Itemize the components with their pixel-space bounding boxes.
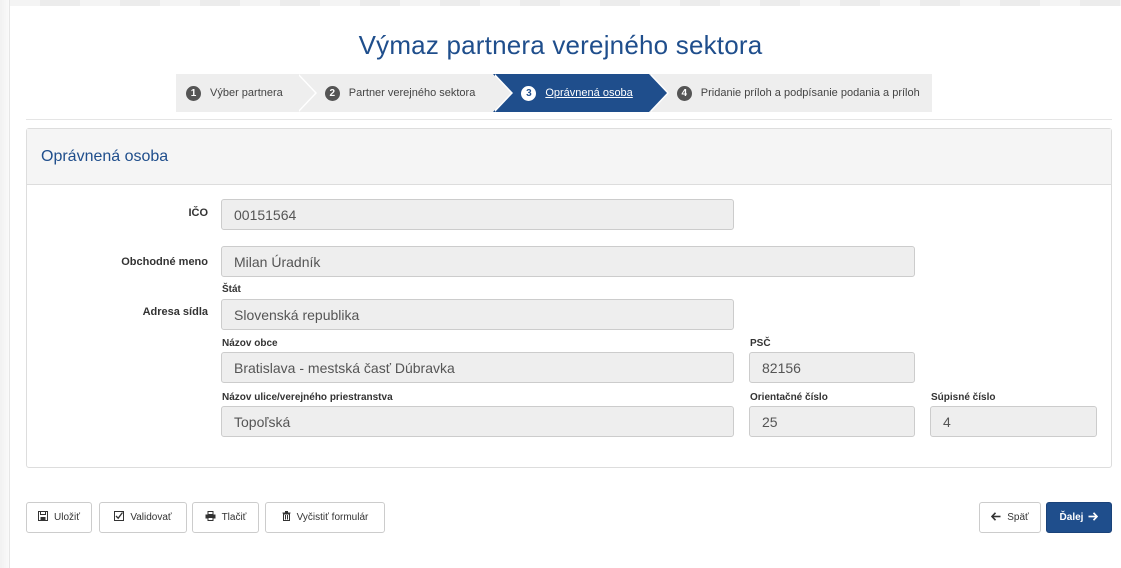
wizard-step-2[interactable]: 2 Partner verejného sektora bbox=[296, 74, 513, 112]
step-label: Oprávnená osoba bbox=[545, 87, 633, 99]
arrow-left-icon bbox=[991, 511, 1001, 524]
wizard-step-1[interactable]: 1 Výber partnera bbox=[176, 74, 317, 112]
left-frame-border bbox=[0, 0, 10, 568]
top-frame-border bbox=[0, 0, 1121, 6]
postal-code-field[interactable]: 82156 bbox=[749, 352, 915, 383]
street-field[interactable]: Topoľská bbox=[221, 406, 734, 437]
country-label: Štát bbox=[222, 284, 241, 295]
step-label: Partner verejného sektora bbox=[348, 87, 476, 99]
validate-button[interactable]: Validovať bbox=[99, 502, 187, 533]
wizard-step-4[interactable]: 4 Pridanie príloh a podpísanie podania a… bbox=[648, 74, 932, 112]
back-button[interactable]: Späť bbox=[979, 502, 1041, 533]
save-label: Uložiť bbox=[54, 512, 80, 523]
trash-icon bbox=[282, 511, 291, 524]
print-button[interactable]: Tlačiť bbox=[192, 502, 259, 533]
print-label: Tlačiť bbox=[221, 512, 247, 523]
panel-heading: Oprávnená osoba bbox=[27, 129, 1111, 185]
registry-number-label: Súpisné číslo bbox=[931, 392, 996, 403]
step-number: 3 bbox=[521, 85, 537, 101]
save-button[interactable]: Uložiť bbox=[26, 502, 92, 533]
step-number: 4 bbox=[676, 85, 692, 101]
postal-code-label: PSČ bbox=[750, 338, 771, 349]
municipality-label: Názov obce bbox=[222, 338, 278, 349]
country-field[interactable]: Slovenská republika bbox=[221, 299, 734, 330]
ico-field[interactable]: 00151564 bbox=[221, 199, 734, 230]
next-label: Ďalej bbox=[1059, 512, 1084, 523]
orientation-number-field[interactable]: 25 bbox=[749, 406, 915, 437]
check-square-icon bbox=[114, 511, 125, 524]
validate-label: Validovať bbox=[130, 512, 172, 523]
address-label: Adresa sídla bbox=[142, 306, 208, 318]
step-label: Pridanie príloh a podpísanie podania a p… bbox=[700, 87, 920, 99]
business-name-field[interactable]: Milan Úradník bbox=[221, 246, 915, 277]
printer-icon bbox=[205, 511, 216, 524]
divider bbox=[26, 119, 1112, 120]
business-name-label: Obchodné meno bbox=[121, 256, 208, 268]
registry-number-field[interactable]: 4 bbox=[930, 406, 1097, 437]
street-label: Názov ulice/verejného priestranstva bbox=[222, 392, 393, 403]
next-button[interactable]: Ďalej bbox=[1046, 502, 1112, 533]
step-number: 1 bbox=[186, 85, 201, 101]
orientation-number-label: Orientačné číslo bbox=[750, 392, 828, 403]
step-label: Výber partnera bbox=[210, 87, 283, 99]
clear-form-button[interactable]: Vyčistiť formulár bbox=[265, 502, 385, 533]
wizard-step-3[interactable]: 3 Oprávnená osoba bbox=[493, 74, 670, 112]
municipality-field[interactable]: Bratislava - mestská časť Dúbravka bbox=[221, 352, 734, 383]
step-number: 2 bbox=[324, 85, 340, 101]
floppy-disk-icon bbox=[38, 511, 48, 524]
arrow-right-icon bbox=[1088, 511, 1099, 524]
clear-form-label: Vyčistiť formulár bbox=[296, 512, 369, 523]
wizard-steps: 1 Výber partnera 2 Partner verejného sek… bbox=[176, 74, 932, 112]
ico-label: IČO bbox=[188, 207, 208, 219]
page-title: Výmaz partnera verejného sektora bbox=[358, 30, 763, 60]
back-label: Späť bbox=[1007, 512, 1029, 523]
